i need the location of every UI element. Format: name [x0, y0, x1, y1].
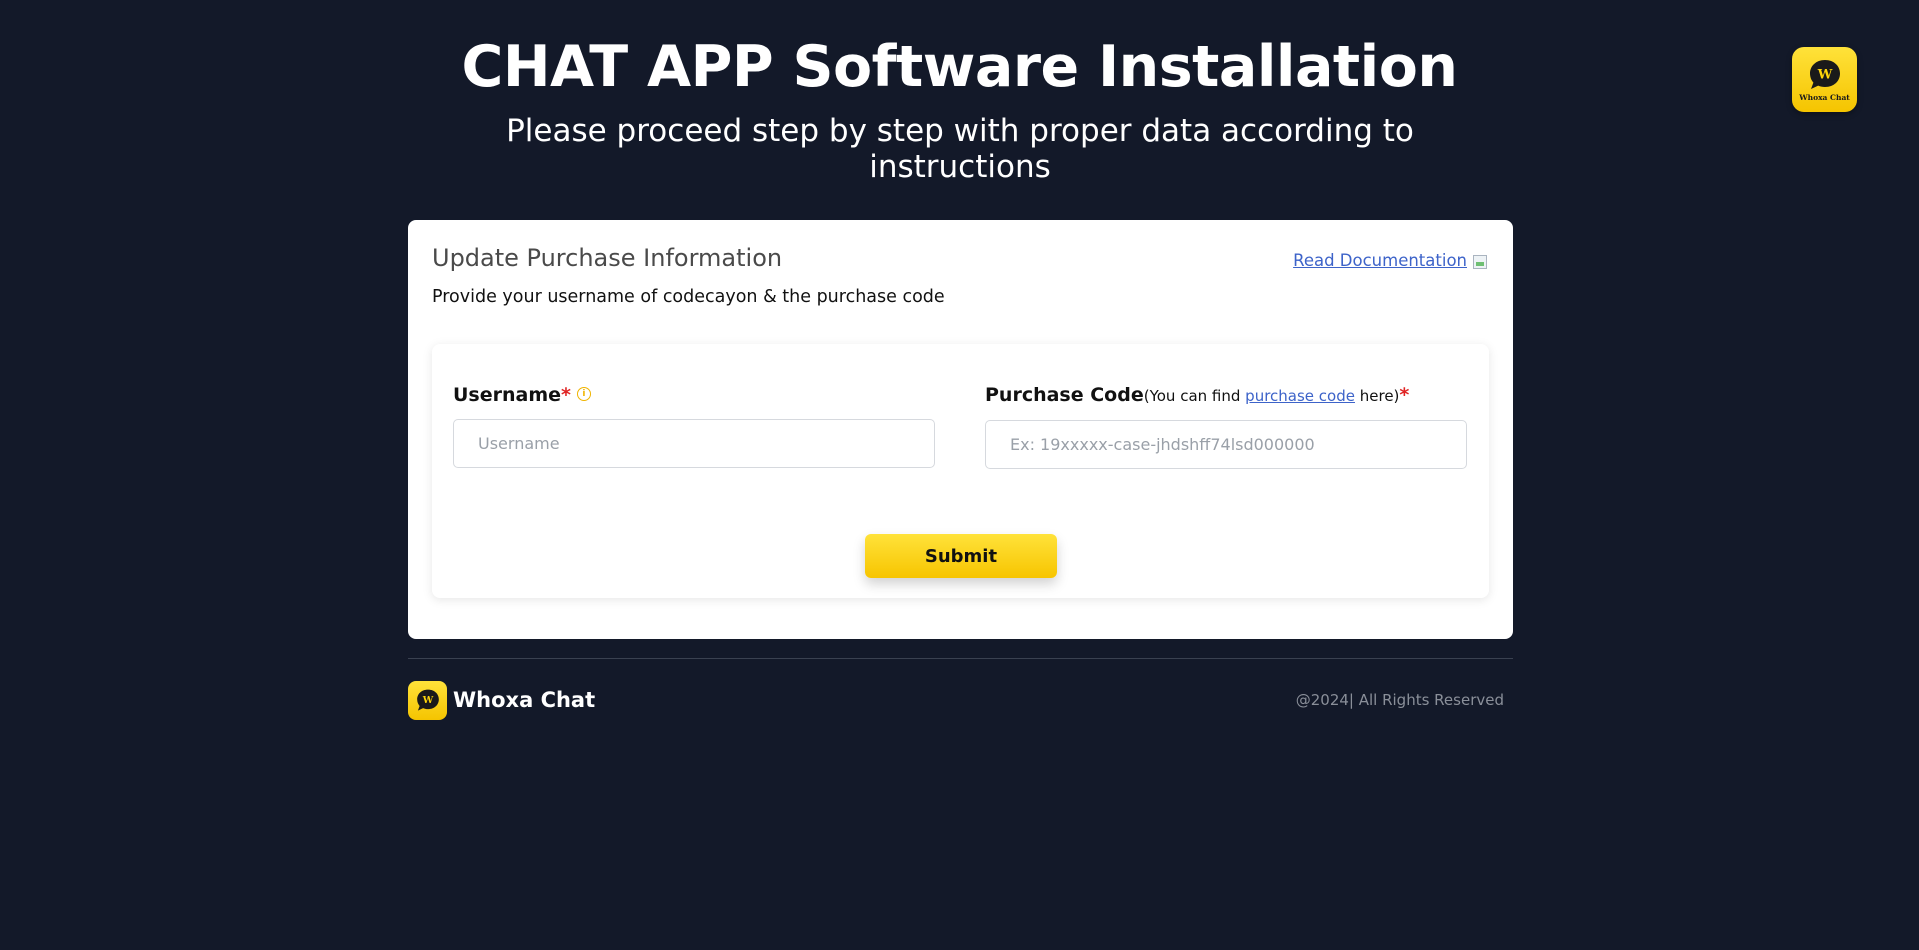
footer-logo: W	[408, 681, 447, 720]
username-input[interactable]	[453, 419, 935, 468]
purchase-info-card: Update Purchase Information Provide your…	[408, 220, 1513, 639]
purchase-code-hint: (You can find purchase code here)	[1144, 387, 1400, 405]
purchase-code-label-text: Purchase Code	[985, 384, 1144, 406]
username-label-text: Username	[453, 384, 562, 406]
purchase-code-input[interactable]	[985, 420, 1467, 469]
copyright-text: @2024| All Rights Reserved	[1295, 691, 1504, 709]
read-documentation-link[interactable]: Read Documentation	[1293, 251, 1467, 270]
card-title: Update Purchase Information	[432, 244, 783, 272]
purchase-form: Username*i Purchase Code(You can find pu…	[432, 344, 1489, 598]
footer-brand: Whoxa Chat	[453, 688, 596, 712]
hint-prefix: (You can find	[1143, 387, 1246, 405]
submit-button[interactable]: Submit	[865, 534, 1057, 578]
hint-suffix: here)	[1354, 387, 1400, 405]
page-subtitle: Please proceed step by step with proper …	[506, 113, 1414, 185]
chat-bubble-logo-icon: W	[416, 689, 439, 711]
required-mark: *	[561, 384, 571, 406]
card-description: Provide your username of codecayon & the…	[432, 287, 945, 307]
purchase-code-label: Purchase Code(You can find purchase code…	[985, 384, 1409, 406]
info-icon[interactable]: i	[576, 387, 591, 401]
footer-divider	[408, 658, 1513, 659]
installation-page: W Whoxa Chat CHAT APP Software Installat…	[0, 0, 1919, 950]
required-mark: *	[1399, 384, 1410, 406]
page-title: CHAT APP Software Installation	[461, 34, 1458, 100]
username-label: Username* i	[453, 384, 591, 406]
svg-text:W: W	[421, 695, 433, 706]
image-icon	[1473, 255, 1487, 269]
purchase-code-link[interactable]: purchase code	[1245, 387, 1355, 405]
